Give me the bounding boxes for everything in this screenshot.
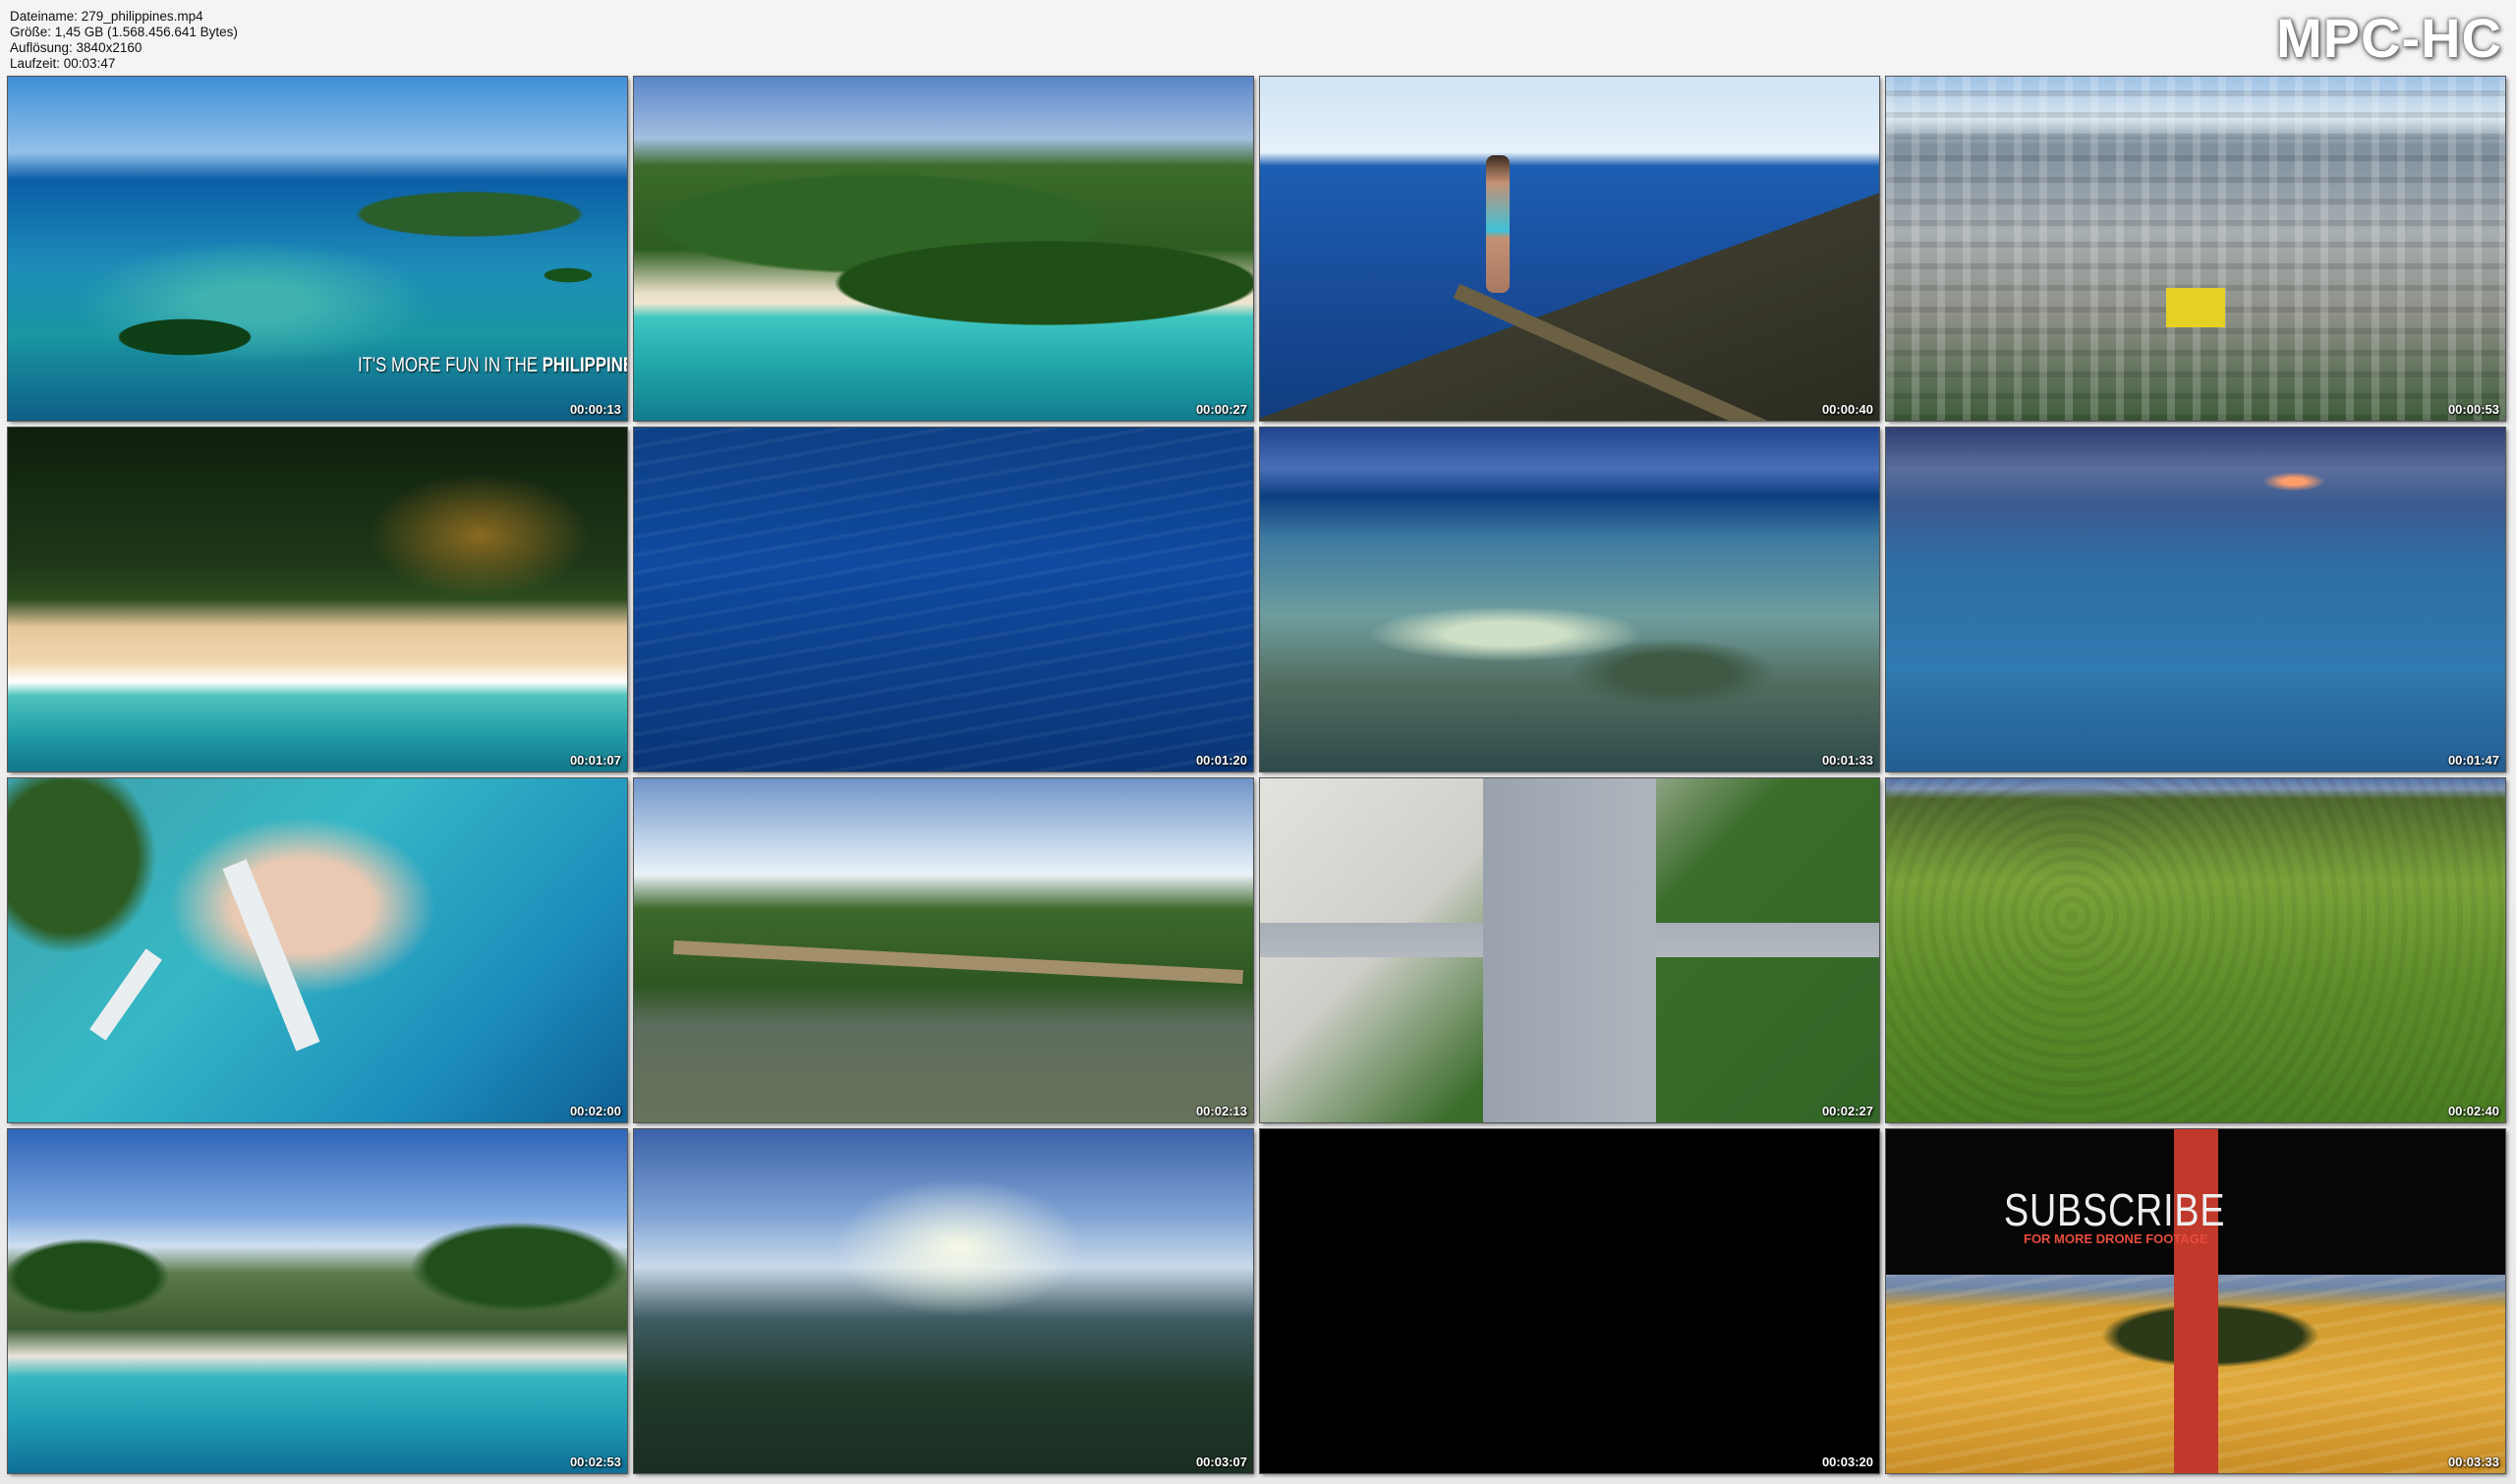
thumbnail: 00:02:27 <box>1259 777 1880 1123</box>
timestamp: 00:01:07 <box>569 753 621 768</box>
timestamp: 00:00:13 <box>569 402 621 417</box>
bridge <box>673 940 1243 985</box>
timestamp: 00:02:40 <box>2447 1104 2499 1118</box>
thumbnail-grid: IT'S MORE FUN IN THE PHILIPPINES 00:00:1… <box>7 76 2506 1474</box>
red-bar <box>2174 1129 2218 1473</box>
timestamp: 00:02:13 <box>1195 1104 1247 1118</box>
thumbnail: 00:03:20 <box>1259 1128 1880 1474</box>
mpc-hc-logo: MPC-HC <box>2276 7 2502 69</box>
yellow-building <box>2166 288 2225 327</box>
thumbnail: 00:02:53 <box>7 1128 628 1474</box>
timestamp: 00:03:33 <box>2447 1455 2499 1469</box>
file-resolution: Auflösung: 3840x2160 <box>10 40 143 55</box>
bamboo-plank <box>1453 283 1856 421</box>
thumbnail: 00:00:40 <box>1259 76 1880 422</box>
thumbnail: 00:01:07 <box>7 427 628 772</box>
timestamp: 00:00:40 <box>1821 402 1873 417</box>
timestamp: 00:03:20 <box>1821 1455 1873 1469</box>
thumbnail: 00:02:00 <box>7 777 628 1123</box>
timestamp: 00:01:33 <box>1821 753 1873 768</box>
timestamp: 00:01:47 <box>2447 753 2499 768</box>
thumbnail: 00:01:47 <box>1885 427 2506 772</box>
thumbnail: SUBSCRIBE FOR MORE DRONE FOOTAGE 00:03:3… <box>1885 1128 2506 1474</box>
file-name: Dateiname: 279_philippines.mp4 <box>10 9 203 24</box>
file-duration: Laufzeit: 00:03:47 <box>10 56 116 71</box>
timestamp: 00:02:00 <box>569 1104 621 1118</box>
timestamp: 00:00:53 <box>2447 402 2499 417</box>
thumbnail: 00:02:40 <box>1885 777 2506 1123</box>
timestamp: 00:00:27 <box>1195 402 1247 417</box>
timestamp: 00:02:27 <box>1821 1104 1873 1118</box>
file-size: Größe: 1,45 GB (1.568.456.641 Bytes) <box>10 25 238 39</box>
thumbnail: 00:00:27 <box>633 76 1254 422</box>
timestamp: 00:01:20 <box>1195 753 1247 768</box>
timestamp: 00:03:07 <box>1195 1455 1247 1469</box>
boat <box>222 859 320 1052</box>
thumbnail: 00:01:33 <box>1259 427 1880 772</box>
subscribe-subtitle: FOR MORE DRONE FOOTAGE <box>2024 1231 2208 1246</box>
thumbnail: 00:03:07 <box>633 1128 1254 1474</box>
thumbnail: 00:02:13 <box>633 777 1254 1123</box>
timestamp: 00:02:53 <box>569 1455 621 1469</box>
tagline: IT'S MORE FUN IN THE PHILIPPINES <box>358 354 627 376</box>
boat <box>89 948 162 1041</box>
thumbnail: 00:00:53 <box>1885 76 2506 422</box>
file-info: Dateiname: 279_philippines.mp4 Größe: 1,… <box>10 9 238 72</box>
thumbnail: IT'S MORE FUN IN THE PHILIPPINES 00:00:1… <box>7 76 628 422</box>
thumbnail: 00:01:20 <box>633 427 1254 772</box>
diver-figure <box>1486 155 1510 293</box>
subscribe-title: SUBSCRIBE <box>2004 1184 2226 1235</box>
